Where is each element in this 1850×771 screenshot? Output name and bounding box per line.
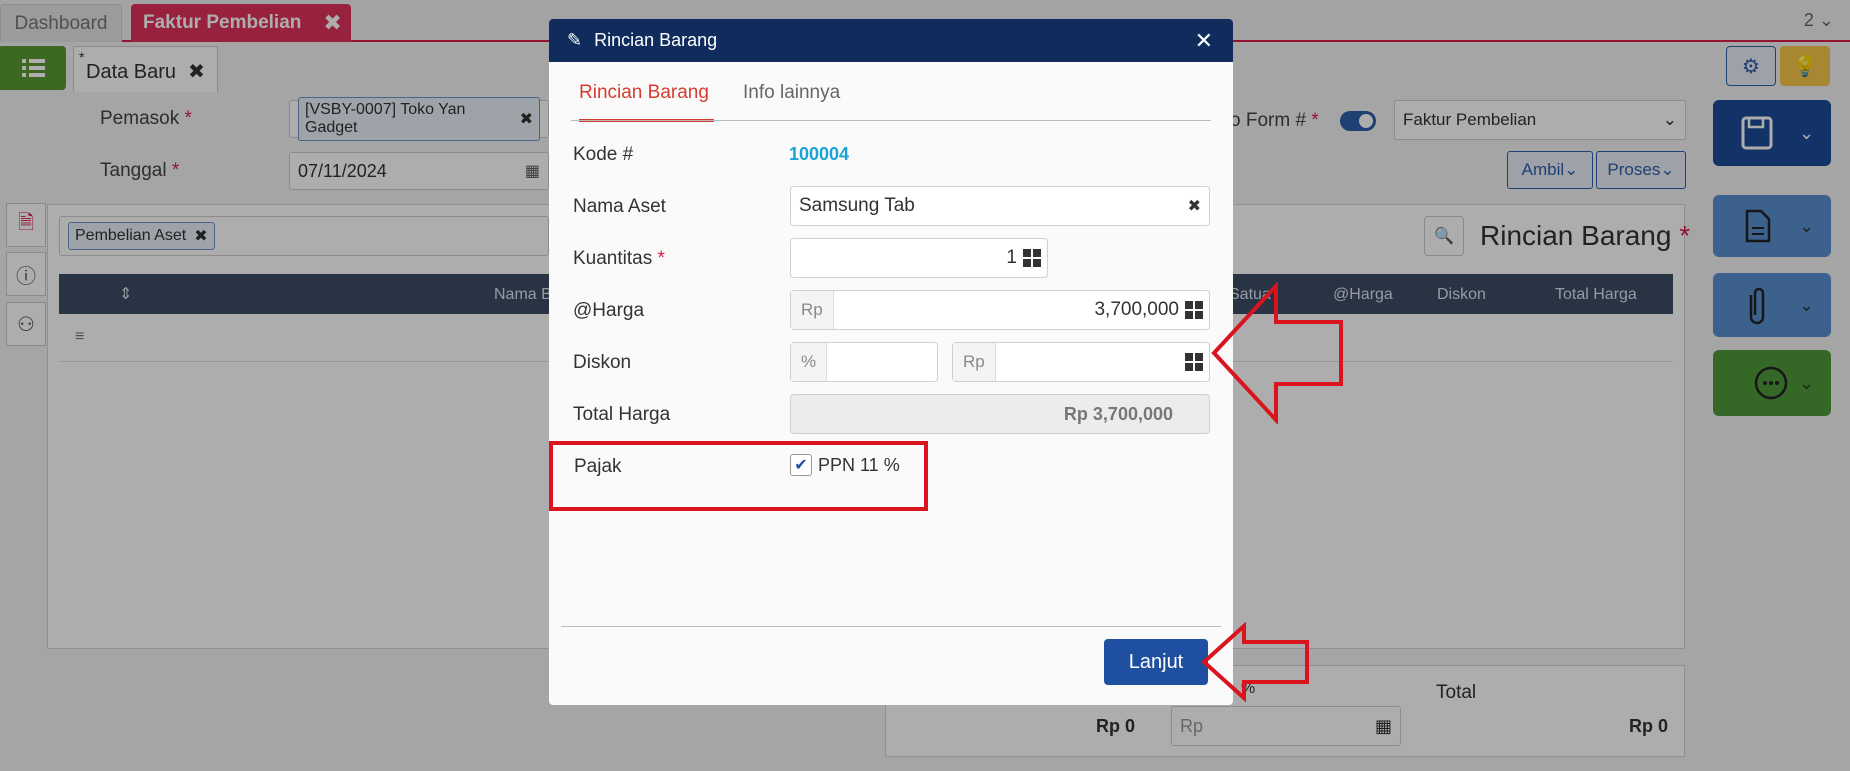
highlight-box (549, 441, 928, 511)
harga-label: @Harga (573, 300, 645, 321)
item-detail-modal: ✎ Rincian Barang ✕ Rincian Barang Info l… (549, 19, 1233, 705)
close-icon[interactable]: ✕ (1195, 28, 1213, 54)
clear-icon[interactable]: ✖ (1188, 196, 1201, 216)
diskon-label: Diskon (573, 352, 632, 373)
diskon-amount-input[interactable]: Rp (952, 342, 1210, 382)
pencil-icon: ✎ (567, 30, 583, 50)
footer-divider (561, 626, 1221, 627)
modal-title: Rincian Barang (594, 30, 718, 50)
tab-info-lainnya[interactable]: Info lainnya (743, 82, 840, 122)
total-harga-label: Total Harga (573, 404, 671, 425)
total-harga-field: Rp 3,700,000 (790, 394, 1210, 434)
annotation-arrow-icon (1211, 282, 1343, 424)
total-harga-value: Rp 3,700,000 (1063, 403, 1173, 424)
calculator-icon[interactable] (1185, 353, 1203, 371)
kuantitas-label: Kuantitas * (573, 248, 665, 269)
kuantitas-value: 1 (1006, 247, 1017, 268)
tab-divider (571, 120, 1211, 121)
lanjut-button[interactable]: Lanjut (1104, 639, 1208, 685)
calculator-icon[interactable] (1185, 301, 1203, 319)
diskon-percent-input[interactable]: % (790, 342, 938, 382)
harga-value: 3,700,000 (1094, 299, 1179, 320)
tab-rincian-barang[interactable]: Rincian Barang (579, 82, 714, 122)
kuantitas-input[interactable]: 1 (790, 238, 1048, 278)
nama-aset-input[interactable]: Samsung Tab ✖ (790, 186, 1210, 226)
annotation-arrow-icon (1201, 622, 1309, 702)
kode-value[interactable]: 100004 (789, 144, 849, 165)
modal-header: ✎ Rincian Barang ✕ (549, 19, 1233, 62)
nama-aset-label: Nama Aset (573, 196, 666, 217)
kode-label: Kode # (573, 144, 634, 165)
nama-aset-value: Samsung Tab (799, 195, 915, 216)
percent-prefix: % (791, 343, 828, 381)
harga-input[interactable]: Rp 3,700,000 (790, 290, 1210, 330)
rp-prefix: Rp (953, 343, 996, 381)
calculator-icon[interactable] (1023, 249, 1041, 267)
rp-prefix: Rp (791, 291, 834, 329)
